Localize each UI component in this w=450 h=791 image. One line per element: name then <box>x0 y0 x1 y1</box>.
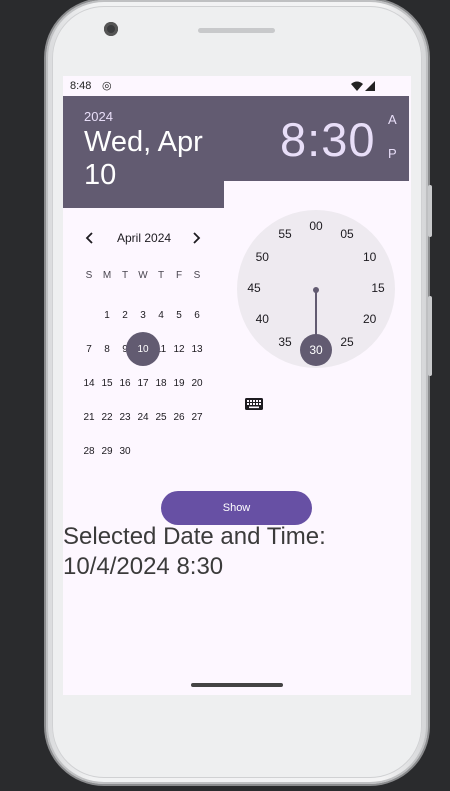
chevron-left-icon[interactable] <box>84 232 94 244</box>
camera-icon <box>104 22 118 36</box>
header-date[interactable]: Wed, Apr 10 <box>84 126 224 192</box>
calendar-day[interactable]: 6 <box>188 298 206 332</box>
weekday-label: S <box>85 269 93 281</box>
volume-button <box>428 185 432 237</box>
weekday-label: M <box>102 269 112 281</box>
calendar-day[interactable]: 22 <box>98 400 116 434</box>
selected-day[interactable]: 10 <box>126 332 160 366</box>
clock-minute-20[interactable]: 20 <box>358 312 382 328</box>
selected-day-label: 10 <box>137 343 149 355</box>
result-text: Selected Date and Time: 10/4/2024 8:30 <box>63 522 409 582</box>
pm-toggle[interactable]: P <box>388 146 397 161</box>
clock-minute-00[interactable]: 00 <box>304 219 328 235</box>
calendar-day[interactable]: 15 <box>98 366 116 400</box>
calendar-day[interactable]: 28 <box>80 434 98 468</box>
calendar-day[interactable]: 4 <box>152 298 170 332</box>
minute-clock-face[interactable]: 30 00 05 10 15 20 25 35 40 45 50 55 <box>237 210 395 368</box>
status-bar: 8:48 ◎ <box>63 76 411 96</box>
calendar-day[interactable]: 2 <box>116 298 134 332</box>
calendar-day[interactable]: 12 <box>170 332 188 366</box>
calendar-day[interactable]: 19 <box>170 366 188 400</box>
calendar-day[interactable]: 3 <box>134 298 152 332</box>
header-year[interactable]: 2024 <box>84 109 113 124</box>
header-time[interactable]: 8:30 <box>280 112 375 167</box>
empty-day <box>80 298 98 332</box>
clock-minute-50[interactable]: 50 <box>250 250 274 266</box>
power-button <box>428 296 432 376</box>
am-toggle[interactable]: A <box>388 112 397 127</box>
calendar-day[interactable]: 18 <box>152 366 170 400</box>
calendar-day[interactable]: 21 <box>80 400 98 434</box>
clock-minute-05[interactable]: 05 <box>335 227 359 243</box>
app-screen: 8:48 ◎ 2024 Wed, Apr 10 8:30 A P April 2… <box>63 76 411 695</box>
calendar-day[interactable]: 14 <box>80 366 98 400</box>
weekday-label: T <box>121 269 129 281</box>
show-button[interactable]: Show <box>161 491 312 525</box>
clock-minute-45[interactable]: 45 <box>242 281 266 297</box>
result-value: 10/4/2024 8:30 <box>63 553 224 580</box>
calendar-month-label: April 2024 <box>117 231 172 245</box>
weekday-label: T <box>157 269 165 281</box>
home-indicator[interactable] <box>191 683 283 687</box>
notification-icon: ◎ <box>102 80 112 92</box>
result-label: Selected Date and Time: <box>63 523 326 550</box>
clock-center <box>313 287 319 293</box>
chevron-right-icon[interactable] <box>192 232 202 244</box>
selected-minute[interactable]: 30 <box>300 334 332 366</box>
clock-minute-15[interactable]: 15 <box>366 281 390 297</box>
signal-icon <box>365 81 375 91</box>
clock-minute-55[interactable]: 55 <box>273 227 297 243</box>
clock-minute-25[interactable]: 25 <box>335 335 359 351</box>
calendar-day[interactable]: 24 <box>134 400 152 434</box>
clock-minute-40[interactable]: 40 <box>250 312 274 328</box>
clock-minute-35[interactable]: 35 <box>273 335 297 351</box>
speaker-grille <box>198 28 275 33</box>
calendar-day[interactable]: 16 <box>116 366 134 400</box>
calendar-grid: S M T W T F S 1 2 3 4 5 6 7 8 9 10 11 12 13 14 15 16 17 18 19 20 21… <box>80 264 224 468</box>
status-time: 8:48 <box>70 80 92 92</box>
calendar-day[interactable]: 7 <box>80 332 98 366</box>
weekday-label: W <box>138 269 148 281</box>
calendar-day[interactable]: 23 <box>116 400 134 434</box>
weekday-label: F <box>175 269 183 281</box>
calendar-day[interactable]: 27 <box>188 400 206 434</box>
calendar-day[interactable]: 20 <box>188 366 206 400</box>
calendar-day[interactable]: 8 <box>98 332 116 366</box>
weekday-label: S <box>193 269 201 281</box>
calendar-day[interactable]: 26 <box>170 400 188 434</box>
calendar-day[interactable]: 25 <box>152 400 170 434</box>
keyboard-icon[interactable] <box>245 398 263 410</box>
clock-minute-10[interactable]: 10 <box>358 250 382 266</box>
calendar-day[interactable]: 13 <box>188 332 206 366</box>
calendar-day[interactable]: 30 <box>116 434 134 468</box>
calendar-day[interactable]: 29 <box>98 434 116 468</box>
calendar-day[interactable]: 17 <box>134 366 152 400</box>
calendar-day[interactable]: 1 <box>98 298 116 332</box>
wifi-icon <box>351 81 363 91</box>
calendar-day[interactable]: 5 <box>170 298 188 332</box>
